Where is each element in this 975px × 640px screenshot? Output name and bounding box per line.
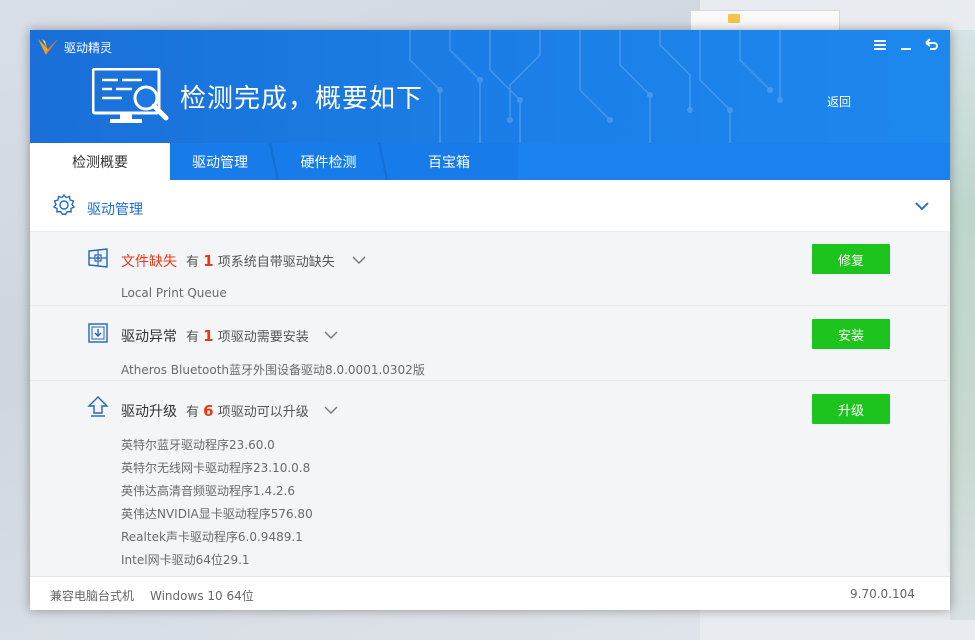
- scan-monitor-icon: [92, 68, 169, 123]
- window-controls: [872, 36, 940, 54]
- list-item: Atheros Bluetooth蓝牙外围设备驱动8.0.0001.0302版: [121, 363, 425, 377]
- menu-icon[interactable]: [872, 36, 888, 54]
- folder-icon: [728, 14, 740, 23]
- group-summary: 有 1 项驱动需要安装: [186, 326, 309, 345]
- tab-hardware-detection[interactable]: 硬件检测: [276, 143, 381, 180]
- app-header: 驱动精灵 检测完成，概要如下 返回: [30, 30, 950, 143]
- upgrade-arrow-icon: [87, 396, 109, 417]
- summary-prefix: 有: [186, 330, 200, 345]
- summary-count: 1: [203, 327, 214, 345]
- chevron-down-icon[interactable]: [324, 405, 338, 415]
- download-box-icon: [88, 323, 108, 343]
- os-version: Windows 10 64位: [150, 589, 254, 603]
- tab-driver-management[interactable]: 驱动管理: [170, 143, 270, 180]
- section-header[interactable]: [30, 180, 950, 232]
- tab-label: 百宝箱: [428, 154, 470, 171]
- tab-toolbox[interactable]: 百宝箱: [386, 143, 512, 180]
- upgrade-button[interactable]: 升级: [812, 394, 890, 424]
- scrollbar[interactable]: [947, 232, 950, 572]
- install-button[interactable]: 安装: [812, 319, 890, 349]
- repair-button[interactable]: 修复: [812, 244, 890, 274]
- chevron-down-icon[interactable]: [914, 198, 930, 214]
- summary-suffix: 项系统自带驱动缺失: [217, 255, 335, 270]
- summary-prefix: 有: [186, 255, 200, 270]
- tab-overview[interactable]: 检测概要: [30, 143, 170, 180]
- minimize-icon[interactable]: [898, 36, 914, 54]
- list-item: Intel网卡驱动64位29.1: [121, 553, 250, 567]
- computer-model: 兼容电脑台式机: [50, 589, 135, 603]
- tab-bar: 检测概要 驱动管理 硬件检测 百宝箱: [30, 143, 950, 180]
- back-arrow-icon[interactable]: [924, 36, 940, 54]
- section-title: 驱动管理: [87, 202, 143, 218]
- group-summary: 有 1 项系统自带驱动缺失: [186, 251, 335, 270]
- summary-suffix: 项驱动可以升级: [217, 405, 309, 420]
- summary-count: 6: [203, 402, 214, 420]
- desktop-background-right: [950, 30, 975, 620]
- list-item: 英特尔蓝牙驱动程序23.60.0: [121, 438, 275, 452]
- group-summary: 有 6 项驱动可以升级: [186, 401, 309, 420]
- list-item: Realtek声卡驱动程序6.0.9489.1: [121, 530, 303, 544]
- logo-icon: [38, 39, 58, 55]
- chevron-down-icon[interactable]: [352, 255, 366, 265]
- page-title: 检测完成，概要如下: [180, 84, 424, 114]
- app-version: 9.70.0.104: [850, 587, 915, 601]
- chevron-down-icon[interactable]: [324, 330, 338, 340]
- summary-count: 1: [203, 252, 214, 270]
- circuit-decoration: [409, 30, 783, 143]
- back-link[interactable]: 返回: [827, 93, 851, 110]
- summary-prefix: 有: [186, 405, 200, 420]
- gear-icon: [52, 193, 76, 216]
- group-title: 驱动异常: [121, 329, 177, 345]
- list-item: 英特尔无线网卡驱动程序23.10.0.8: [121, 461, 311, 475]
- app-window: 驱动精灵 检测完成，概要如下 返回 检测概要 驱动管理 硬件检测 百宝箱 驱动管…: [30, 30, 950, 610]
- tab-label: 驱动管理: [192, 154, 248, 171]
- tab-label: 硬件检测: [300, 154, 357, 171]
- window-puzzle-icon: [88, 248, 108, 268]
- app-logo: 驱动精灵: [36, 37, 112, 57]
- group-title: 文件缺失: [121, 254, 177, 270]
- status-bar: 兼容电脑台式机 Windows 10 64位 9.70.0.104: [30, 576, 950, 610]
- list-item: 英伟达高清音频驱动程序1.4.2.6: [121, 484, 295, 498]
- list-item: 英伟达NVIDIA显卡驱动程序576.80: [121, 507, 313, 521]
- tab-label: 检测概要: [72, 154, 128, 171]
- app-title: 驱动精灵: [64, 40, 113, 55]
- list-item: Local Print Queue: [121, 286, 227, 300]
- driver-list: 文件缺失 有 1 项系统自带驱动缺失 修复 Local Print Queue …: [30, 232, 950, 576]
- summary-suffix: 项驱动需要安装: [217, 330, 309, 345]
- group-title: 驱动升级: [121, 404, 177, 420]
